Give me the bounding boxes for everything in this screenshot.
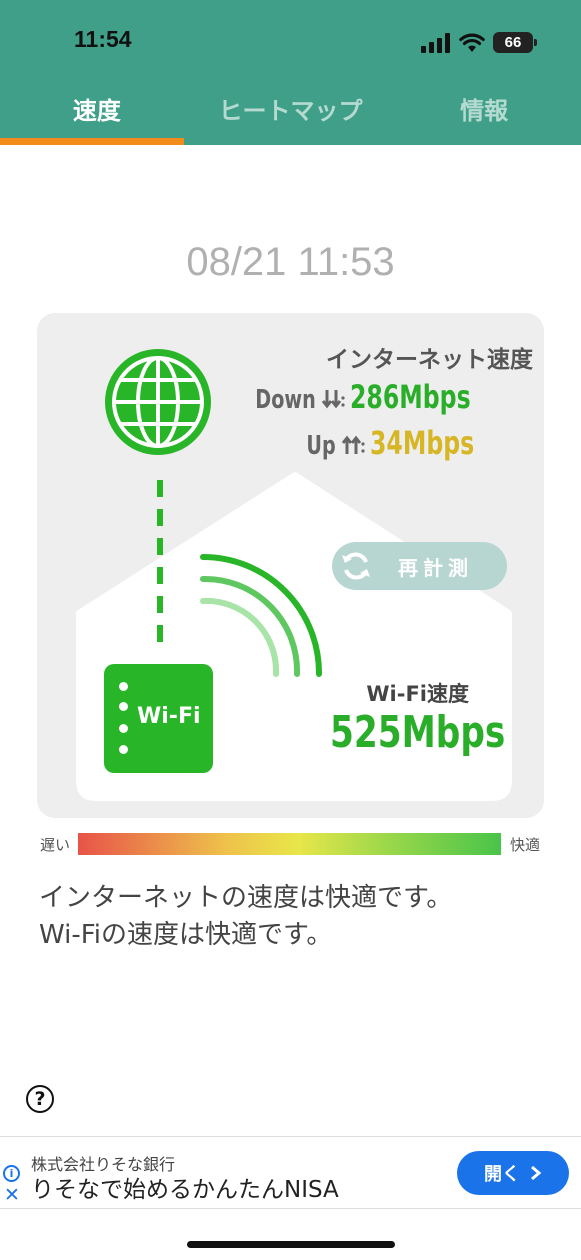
download-arrows-icon	[321, 390, 345, 409]
cellular-signal-icon	[421, 32, 450, 53]
wifi-router-icon: Wi-Fi	[104, 664, 213, 773]
scale-fast-label: 快適	[510, 836, 541, 854]
download-label: Down	[255, 385, 316, 415]
remeasure-button[interactable]: 再計測	[332, 542, 507, 590]
tab-heatmap[interactable]: ヒートマップ	[194, 88, 388, 140]
router-led	[119, 745, 128, 754]
tab-bar: 速度 ヒートマップ 情報	[0, 88, 581, 140]
router-led	[119, 682, 128, 691]
ad-headline: りそなで始めるかんたんNISA	[31, 1177, 339, 1203]
upload-row: Up 34Mbps	[300, 424, 497, 462]
measurement-timestamp: 08/21 11:53	[186, 240, 395, 284]
download-row: Down 286Mbps	[242, 378, 497, 416]
status-time: 11:54	[74, 26, 132, 52]
upload-speed-value: 34Mbps	[369, 424, 475, 462]
battery-indicator: 66	[493, 32, 537, 53]
download-speed-value: 286Mbps	[349, 378, 471, 416]
tab-speed[interactable]: 速度	[0, 88, 194, 140]
router-led	[119, 702, 128, 711]
ad-open-label: 開く	[484, 1164, 520, 1185]
wifi-signal-icon	[459, 33, 485, 52]
upload-label: Up	[306, 431, 336, 461]
speed-scale-bar	[78, 833, 501, 855]
wifi-speed-title: Wi-Fi速度	[366, 682, 469, 706]
ad-info-icon[interactable]: i	[3, 1165, 20, 1182]
status-icons: 66	[421, 32, 537, 53]
wifi-speed-value: 525Mbps	[330, 707, 506, 758]
header-bar: 11:54 66 速度 ヒートマップ 情報	[0, 0, 581, 145]
question-circle-icon[interactable]: ?	[26, 1085, 54, 1113]
router-label: Wi-Fi	[137, 704, 201, 729]
globe-icon	[105, 349, 211, 455]
upload-arrows-icon	[341, 435, 365, 454]
ad-open-button[interactable]: 開く	[457, 1151, 569, 1195]
message-line-wifi: Wi-Fiの速度は快適です。	[39, 920, 333, 950]
router-led	[119, 724, 128, 733]
message-line-internet: インターネットの速度は快適です。	[39, 883, 453, 913]
remeasure-label: 再計測	[398, 555, 473, 580]
tab-info[interactable]: 情報	[387, 88, 581, 140]
status-message: インターネットの速度は快適です。 Wi-Fiの速度は快適です。	[39, 880, 452, 954]
internet-speed-title: インターネット速度	[326, 347, 533, 373]
ad-close-icon[interactable]: ✕	[4, 1184, 20, 1206]
active-tab-indicator	[0, 138, 184, 145]
scale-slow-label: 遅い	[40, 836, 71, 854]
home-indicator[interactable]	[187, 1241, 395, 1248]
chevron-right-icon	[531, 1165, 542, 1181]
refresh-icon	[332, 542, 380, 590]
